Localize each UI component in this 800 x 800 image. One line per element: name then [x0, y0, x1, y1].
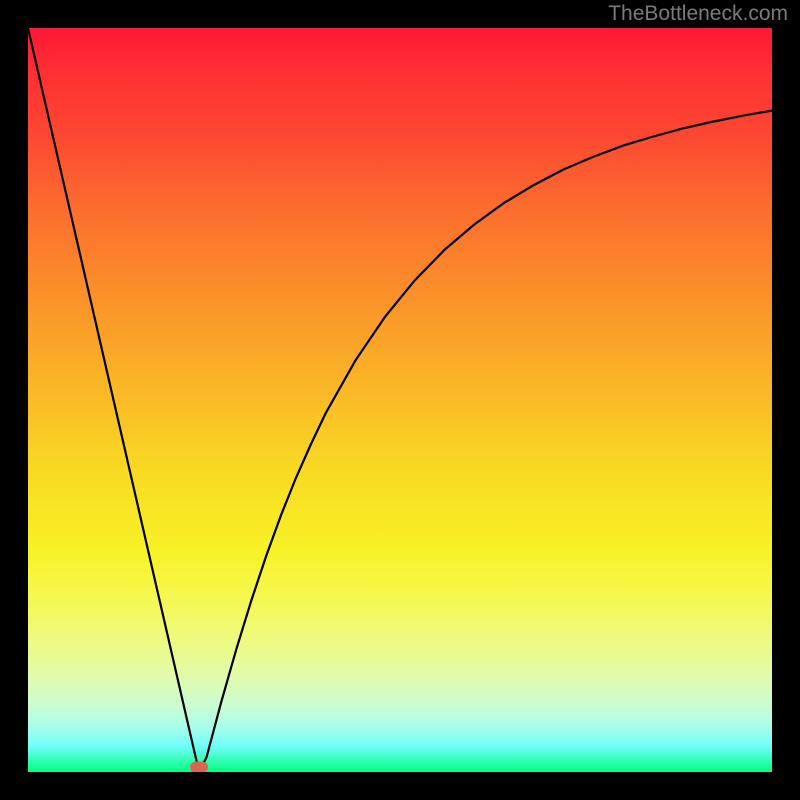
watermark-text: TheBottleneck.com [608, 2, 788, 26]
plot-area [28, 28, 772, 772]
optimum-marker [190, 762, 208, 773]
bottleneck-curve [28, 28, 772, 772]
chart-container: TheBottleneck.com [0, 0, 800, 800]
curve-svg [28, 28, 772, 772]
